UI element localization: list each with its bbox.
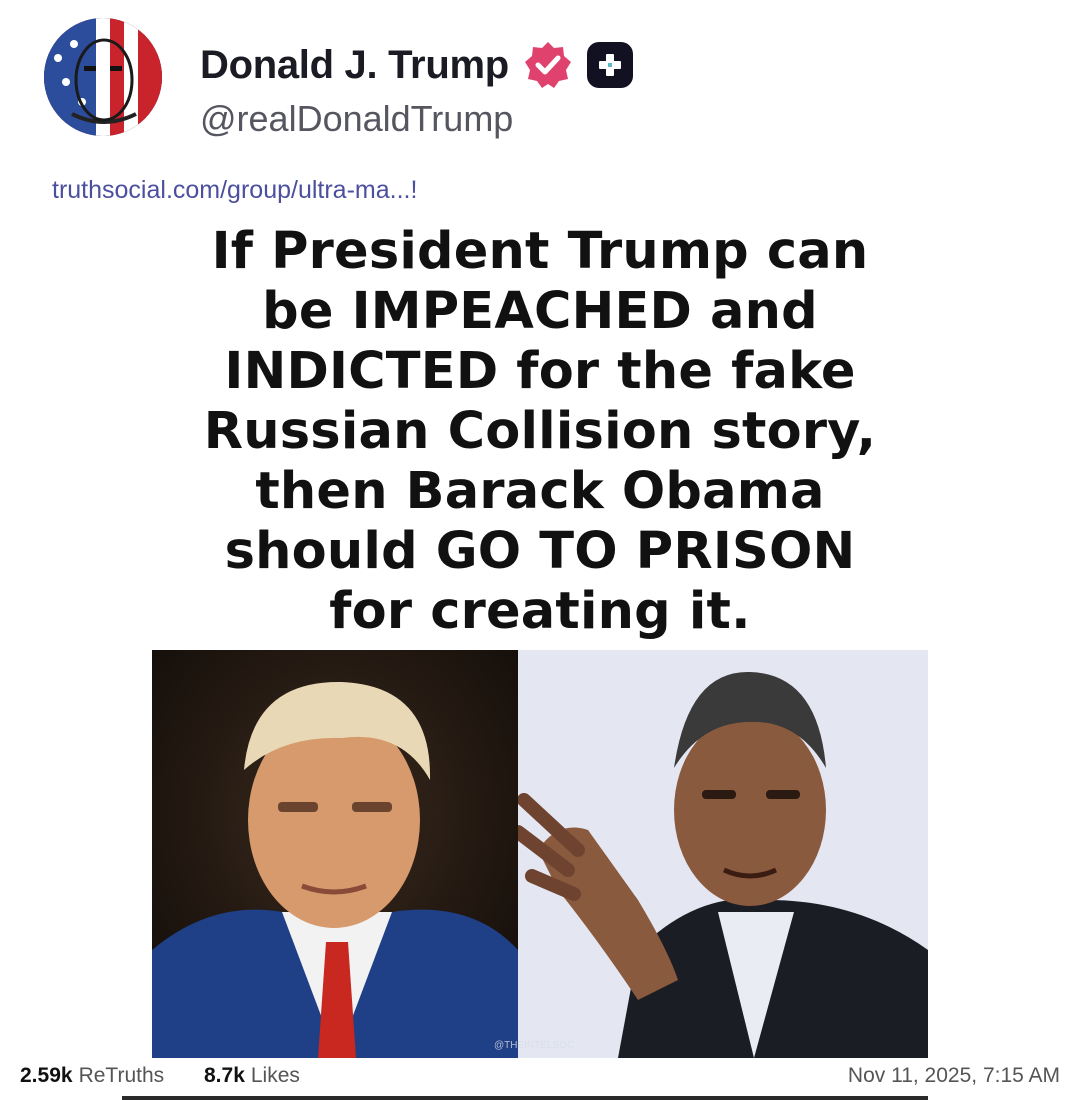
likes-count: 8.7k [204, 1064, 245, 1087]
avatar[interactable] [44, 18, 162, 136]
meme-text-line: If President Trump can [211, 222, 869, 281]
meme-text-line: Russian Collision story, [203, 402, 877, 461]
image-watermark: @THEINTELSOC [494, 1040, 575, 1051]
likes-label: Likes [250, 1064, 300, 1087]
verified-badge-icon [523, 40, 573, 90]
meme-text-line: for creating it. [329, 582, 751, 641]
post-footer: 2.59k ReTruths 8.7k Likes Nov 11, 2025, 7:… [20, 1064, 1060, 1094]
divider [122, 1096, 928, 1100]
plus-badge-icon [586, 42, 633, 88]
portrait-photo-right [518, 650, 928, 1058]
author-display-name[interactable]: Donald J. Trump [200, 43, 509, 88]
post-header: Donald J. Trump @realDonaldTrump [44, 18, 1044, 148]
meme-text-line: then Barack Obama [255, 462, 825, 521]
meme-text-line: INDICTED for the fake [224, 342, 856, 401]
meme-text-line: should GO TO PRISON [224, 522, 856, 581]
retruths-stat[interactable]: 2.59k ReTruths [20, 1064, 164, 1088]
likes-stat[interactable]: 8.7k Likes [204, 1064, 300, 1088]
author-handle[interactable]: @realDonaldTrump [200, 98, 513, 140]
portrait-photo-left [152, 650, 518, 1058]
retruths-count: 2.59k [20, 1064, 73, 1087]
post-timestamp[interactable]: Nov 11, 2025, 7:15 AM [848, 1064, 1060, 1088]
meme-image-text: If President Trump can be IMPEACHED and … [150, 222, 930, 642]
post-image[interactable] [152, 650, 928, 1058]
meme-text-line: be IMPEACHED and [262, 282, 818, 341]
post-link[interactable]: truthsocial.com/group/ultra-ma...! [52, 176, 417, 205]
retruths-label: ReTruths [78, 1064, 165, 1087]
